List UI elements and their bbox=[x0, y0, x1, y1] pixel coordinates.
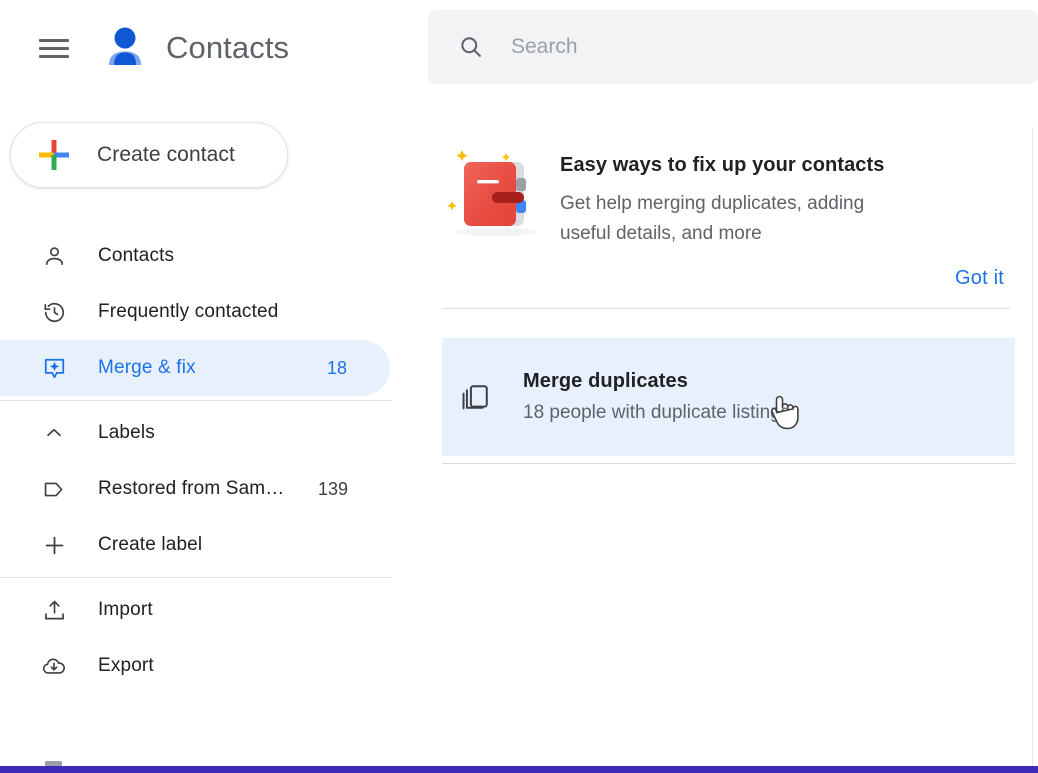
cloud-download-icon bbox=[41, 653, 67, 679]
promo-description: Get help merging duplicates, adding usef… bbox=[560, 193, 865, 244]
sidebar-item-label: Import bbox=[98, 599, 153, 620]
create-contact-label: Create contact bbox=[97, 143, 235, 166]
contacts-app-window: Contacts Create contact Contacts Frequen… bbox=[0, 0, 1038, 773]
sidebar-item-export[interactable]: Export bbox=[0, 638, 390, 694]
page-title: Contacts bbox=[166, 30, 290, 65]
main-content: Easy ways to fix up your contacts Get he… bbox=[428, 0, 1038, 773]
sidebar-item-label: Create label bbox=[98, 534, 203, 555]
got-it-button[interactable]: Got it bbox=[955, 267, 1004, 290]
merge-duplicates-title: Merge duplicates bbox=[523, 370, 688, 392]
history-clock-icon bbox=[41, 299, 67, 325]
sidebar-nav-list: Contacts Frequently contacted Merge & fi… bbox=[0, 228, 428, 694]
copy-duplicate-icon bbox=[459, 380, 493, 414]
content-right-divider bbox=[1032, 127, 1033, 773]
promo-text-block: Easy ways to fix up your contacts Get he… bbox=[560, 140, 920, 249]
merge-sparkle-icon bbox=[41, 355, 67, 381]
bottom-accent-bar bbox=[0, 766, 1038, 773]
labels-section-label: Labels bbox=[98, 422, 155, 443]
upload-icon bbox=[41, 597, 67, 623]
sidebar-item-label: Frequently contacted bbox=[98, 301, 279, 322]
merge-duplicates-subtitle: 18 people with duplicate listings bbox=[523, 402, 791, 423]
sidebar-item-import[interactable]: Import bbox=[0, 582, 390, 638]
sidebar: Contacts Create contact Contacts Frequen… bbox=[0, 0, 428, 773]
sidebar-item-label: Contacts bbox=[98, 245, 175, 266]
chevron-up-icon bbox=[41, 420, 67, 446]
plus-icon bbox=[41, 532, 67, 558]
sidebar-item-merge-and-fix[interactable]: Merge & fix 18 bbox=[0, 340, 390, 396]
search-input[interactable] bbox=[511, 35, 981, 59]
create-contact-button[interactable]: Create contact bbox=[10, 122, 288, 188]
promo-card: Easy ways to fix up your contacts Get he… bbox=[442, 140, 1014, 309]
sidebar-item-contacts[interactable]: Contacts bbox=[0, 228, 390, 284]
person-outline-icon bbox=[41, 243, 67, 269]
sidebar-item-count: 18 bbox=[327, 357, 348, 378]
hamburger-menu-icon[interactable] bbox=[30, 24, 78, 72]
sidebar-item-count: 139 bbox=[318, 478, 349, 499]
promo-divider bbox=[442, 308, 1010, 309]
sidebar-section-labels[interactable]: Labels bbox=[0, 405, 390, 461]
label-tag-icon bbox=[41, 476, 67, 502]
app-header: Contacts bbox=[0, 0, 428, 96]
promo-title: Easy ways to fix up your contacts bbox=[560, 154, 885, 176]
sidebar-item-label: Restored from Sam… bbox=[98, 478, 285, 499]
sidebar-item-label: Merge & fix bbox=[98, 357, 196, 378]
google-plus-icon bbox=[37, 138, 71, 172]
red-address-book-illustration bbox=[442, 140, 546, 240]
sidebar-item-frequently-contacted[interactable]: Frequently contacted bbox=[0, 284, 390, 340]
sidebar-item-create-label[interactable]: Create label bbox=[0, 517, 390, 573]
merge-duplicates-row[interactable]: Merge duplicates 18 people with duplicat… bbox=[442, 338, 1015, 456]
search-bar[interactable] bbox=[428, 10, 1038, 84]
search-icon bbox=[458, 34, 484, 60]
contacts-person-logo bbox=[102, 25, 148, 71]
sidebar-item-label: Export bbox=[98, 655, 154, 676]
sidebar-item-restored-from-sam[interactable]: Restored from Sam… 139 bbox=[0, 461, 390, 517]
merge-duplicates-divider bbox=[442, 463, 1015, 464]
